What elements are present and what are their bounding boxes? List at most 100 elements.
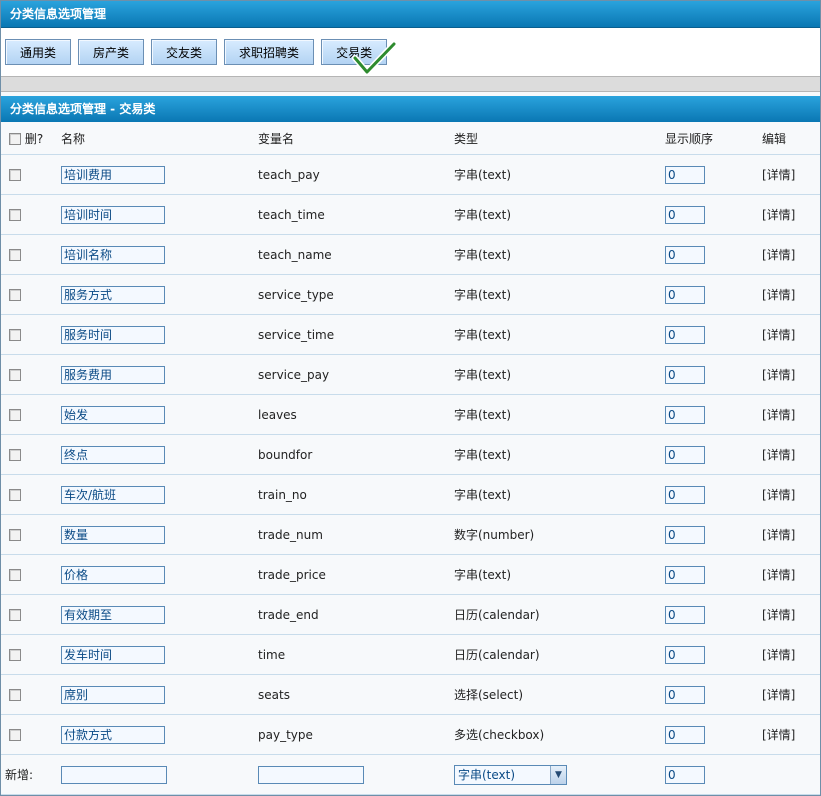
row-order-input[interactable]	[665, 565, 705, 584]
row-name-input[interactable]	[61, 405, 165, 424]
chevron-down-icon[interactable]: ▼	[550, 765, 566, 784]
row-delete-checkbox[interactable]	[9, 409, 21, 421]
row-detail-link[interactable]: [详情]	[762, 648, 795, 662]
row-order-input[interactable]	[665, 605, 705, 624]
row-edit-cell: [详情]	[762, 394, 820, 435]
row-order-input[interactable]	[665, 325, 705, 344]
row-order-input[interactable]	[665, 285, 705, 304]
row-name-cell	[61, 474, 258, 515]
tab-jobs[interactable]: 求职招聘类	[224, 39, 315, 65]
tab-dating[interactable]: 交友类	[151, 39, 218, 65]
row-detail-link[interactable]: [详情]	[762, 488, 795, 502]
header-order: 显示顺序	[665, 122, 762, 155]
row-detail-link[interactable]: [详情]	[762, 408, 795, 422]
tab-real-estate[interactable]: 房产类	[78, 39, 145, 65]
row-delete-checkbox[interactable]	[9, 529, 21, 541]
tab-label: 交友类	[166, 45, 203, 60]
row-name-input[interactable]	[61, 205, 165, 224]
row-name-input[interactable]	[61, 365, 165, 384]
row-edit-cell: [详情]	[762, 714, 820, 755]
row-edit-cell: [详情]	[762, 554, 820, 595]
row-name-input[interactable]	[61, 285, 165, 304]
row-order-input[interactable]	[665, 525, 705, 544]
new-type-select[interactable]: 字串(text) ▼	[454, 764, 567, 785]
row-order-input[interactable]	[665, 685, 705, 704]
row-detail-link[interactable]: [详情]	[762, 608, 795, 622]
row-name-input[interactable]	[61, 445, 165, 464]
row-detail-link[interactable]: [详情]	[762, 208, 795, 222]
row-delete-checkbox[interactable]	[9, 169, 21, 181]
row-order-input[interactable]	[665, 405, 705, 424]
row-delete-checkbox[interactable]	[9, 689, 21, 701]
header-edit: 编辑	[762, 122, 820, 155]
row-name-input[interactable]	[61, 325, 165, 344]
row-name-cell	[61, 314, 258, 355]
new-order-input[interactable]	[665, 765, 705, 784]
row-detail-link[interactable]: [详情]	[762, 328, 795, 342]
row-type: 选择(select)	[454, 674, 665, 715]
table-row: trade_num数字(number) [详情]	[1, 514, 820, 555]
row-detail-link[interactable]: [详情]	[762, 568, 795, 582]
row-name-input[interactable]	[61, 245, 165, 264]
row-name-cell	[61, 714, 258, 755]
row-delete-cell	[1, 474, 61, 515]
row-name-input[interactable]	[61, 685, 165, 704]
row-detail-link[interactable]: [详情]	[762, 528, 795, 542]
row-detail-link[interactable]: [详情]	[762, 368, 795, 382]
new-varname-input[interactable]	[258, 765, 364, 784]
row-detail-link[interactable]: [详情]	[762, 448, 795, 462]
row-order-input[interactable]	[665, 725, 705, 744]
row-detail-link[interactable]: [详情]	[762, 168, 795, 182]
row-delete-checkbox[interactable]	[9, 329, 21, 341]
row-order-input[interactable]	[665, 205, 705, 224]
row-delete-checkbox[interactable]	[9, 489, 21, 501]
row-order-input[interactable]	[665, 165, 705, 184]
row-name-input[interactable]	[61, 565, 165, 584]
row-varname: boundfor	[258, 434, 454, 475]
row-edit-cell: [详情]	[762, 234, 820, 275]
row-delete-checkbox[interactable]	[9, 649, 21, 661]
row-delete-checkbox[interactable]	[9, 209, 21, 221]
new-order-cell	[665, 754, 762, 795]
row-name-cell	[61, 354, 258, 395]
row-varname: pay_type	[258, 714, 454, 755]
row-order-input[interactable]	[665, 645, 705, 664]
row-delete-cell	[1, 234, 61, 275]
row-edit-cell: [详情]	[762, 634, 820, 675]
row-order-cell	[665, 154, 762, 195]
row-name-input[interactable]	[61, 525, 165, 544]
row-detail-link[interactable]: [详情]	[762, 248, 795, 262]
row-delete-checkbox[interactable]	[9, 449, 21, 461]
row-detail-link[interactable]: [详情]	[762, 288, 795, 302]
row-detail-link[interactable]: [详情]	[762, 688, 795, 702]
tab-trade[interactable]: 交易类	[321, 39, 397, 75]
row-delete-checkbox[interactable]	[9, 569, 21, 581]
row-edit-cell: [详情]	[762, 354, 820, 395]
row-name-input[interactable]	[61, 485, 165, 504]
row-name-cell	[61, 634, 258, 675]
row-name-cell	[61, 274, 258, 315]
row-name-input[interactable]	[61, 165, 165, 184]
row-name-cell	[61, 554, 258, 595]
tab-general[interactable]: 通用类	[5, 39, 72, 65]
row-type: 日历(calendar)	[454, 634, 665, 675]
row-delete-checkbox[interactable]	[9, 729, 21, 741]
row-detail-link[interactable]: [详情]	[762, 728, 795, 742]
row-name-input[interactable]	[61, 605, 165, 624]
row-delete-checkbox[interactable]	[9, 249, 21, 261]
table-row: pay_type多选(checkbox) [详情]	[1, 714, 820, 755]
row-delete-checkbox[interactable]	[9, 609, 21, 621]
row-order-input[interactable]	[665, 485, 705, 504]
row-name-input[interactable]	[61, 725, 165, 744]
row-name-input[interactable]	[61, 645, 165, 664]
new-name-input[interactable]	[61, 765, 167, 784]
row-order-input[interactable]	[665, 445, 705, 464]
row-type: 字串(text)	[454, 194, 665, 235]
row-order-input[interactable]	[665, 245, 705, 264]
row-varname: time	[258, 634, 454, 675]
row-delete-checkbox[interactable]	[9, 369, 21, 381]
row-delete-checkbox[interactable]	[9, 289, 21, 301]
row-order-input[interactable]	[665, 365, 705, 384]
category-tabs: 通用类 房产类 交友类 求职招聘类 交易类	[1, 28, 820, 76]
select-all-checkbox[interactable]	[9, 133, 21, 145]
